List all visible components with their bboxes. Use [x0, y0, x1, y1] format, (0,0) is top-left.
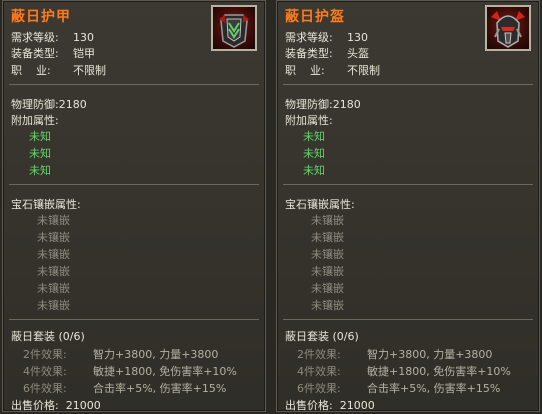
item-tooltip-helmet: 蔽日护盔 需求等级: 130 装备类型: 头盔 职 业: 不限制 物理防御:2180 … [276, 0, 540, 412]
extra-attr: 未知 [29, 164, 51, 177]
equip-type-row: 装备类型: 铠甲 [11, 45, 95, 61]
divider [9, 184, 259, 185]
gem-slot: 未镶嵌 [311, 299, 344, 312]
req-level-value: 130 [73, 31, 94, 44]
set-effect-value: 敏捷+1800, 免伤害率+10% [367, 365, 511, 378]
req-level-row: 需求等级: 130 [11, 29, 94, 45]
set-effect-row: 2件效果: 智力+3800, 力量+3800 [297, 346, 492, 362]
gem-slot: 未镶嵌 [311, 231, 344, 244]
set-effect-value: 敏捷+1800, 免伤害率+10% [93, 365, 237, 378]
gem-label: 宝石镶嵌属性: [285, 198, 355, 211]
divider [283, 84, 533, 85]
gem-slot: 未镶嵌 [311, 248, 344, 261]
set-effect-value: 智力+3800, 力量+3800 [93, 348, 219, 361]
gem-slot: 未镶嵌 [311, 265, 344, 278]
set-name: 蔽日套装 (0/6) [285, 330, 359, 343]
job-label: 职 业: [11, 64, 51, 77]
gem-label: 宝石镶嵌属性: [11, 198, 81, 211]
job-value: 不限制 [73, 64, 106, 77]
set-name: 蔽日套装 (0/6) [11, 330, 85, 343]
job-value: 不限制 [347, 64, 380, 77]
item-title: 蔽日护盔 [285, 9, 345, 25]
sell-price: 出售价格: 21000 [11, 399, 101, 412]
extra-attr: 未知 [303, 130, 325, 143]
extra-attr-label: 附加属性: [285, 114, 333, 127]
req-level-label: 需求等级: [285, 31, 333, 44]
set-effect-key: 6件效果: [297, 382, 341, 395]
gem-slot: 未镶嵌 [37, 282, 70, 295]
set-effect-value: 合击率+5%, 伤害率+15% [93, 382, 227, 395]
divider [9, 84, 259, 85]
extra-attr: 未知 [29, 147, 51, 160]
set-effect-key: 4件效果: [23, 365, 67, 378]
req-level-label: 需求等级: [11, 31, 59, 44]
extra-attr: 未知 [29, 130, 51, 143]
helmet-icon [485, 5, 531, 51]
extra-attr: 未知 [303, 164, 325, 177]
job-row: 职 业: 不限制 [285, 62, 380, 78]
extra-attr-label: 附加属性: [11, 114, 59, 127]
job-row: 职 业: 不限制 [11, 62, 106, 78]
equip-type-label: 装备类型: [285, 47, 333, 60]
divider [9, 319, 259, 320]
set-effect-key: 6件效果: [23, 382, 67, 395]
set-effect-key: 2件效果: [23, 348, 67, 361]
equip-type-label: 装备类型: [11, 47, 59, 60]
phys-def: 物理防御:2180 [285, 98, 361, 111]
extra-attr: 未知 [303, 147, 325, 160]
set-effect-key: 2件效果: [297, 348, 341, 361]
set-effect-row: 4件效果: 敏捷+1800, 免伤害率+10% [23, 363, 237, 379]
gem-slot: 未镶嵌 [311, 214, 344, 227]
divider [283, 319, 533, 320]
job-label: 职 业: [285, 64, 325, 77]
set-effect-row: 6件效果: 合击率+5%, 伤害率+15% [297, 380, 500, 396]
set-effect-row: 2件效果: 智力+3800, 力量+3800 [23, 346, 218, 362]
gem-slot: 未镶嵌 [37, 265, 70, 278]
req-level-row: 需求等级: 130 [285, 29, 368, 45]
equip-type-row: 装备类型: 头盔 [285, 45, 369, 61]
set-effect-key: 4件效果: [297, 365, 341, 378]
divider [283, 184, 533, 185]
set-effect-value: 智力+3800, 力量+3800 [367, 348, 493, 361]
item-tooltip-armor: 蔽日护甲 需求等级: 130 装备类型: 铠甲 职 业: 不限制 物理防御:2180 … [2, 0, 266, 412]
sell-price: 出售价格: 21000 [285, 399, 375, 412]
chest-armor-icon [211, 5, 257, 51]
equip-type-value: 铠甲 [73, 47, 95, 60]
gem-slot: 未镶嵌 [37, 231, 70, 244]
phys-def: 物理防御:2180 [11, 98, 87, 111]
gem-slot: 未镶嵌 [311, 282, 344, 295]
req-level-value: 130 [347, 31, 368, 44]
equip-type-value: 头盔 [347, 47, 369, 60]
gem-slot: 未镶嵌 [37, 248, 70, 261]
set-effect-value: 合击率+5%, 伤害率+15% [367, 382, 501, 395]
gem-slot: 未镶嵌 [37, 214, 70, 227]
gem-slot: 未镶嵌 [37, 299, 70, 312]
set-effect-row: 4件效果: 敏捷+1800, 免伤害率+10% [297, 363, 511, 379]
set-effect-row: 6件效果: 合击率+5%, 伤害率+15% [23, 380, 226, 396]
item-title: 蔽日护甲 [11, 9, 71, 25]
